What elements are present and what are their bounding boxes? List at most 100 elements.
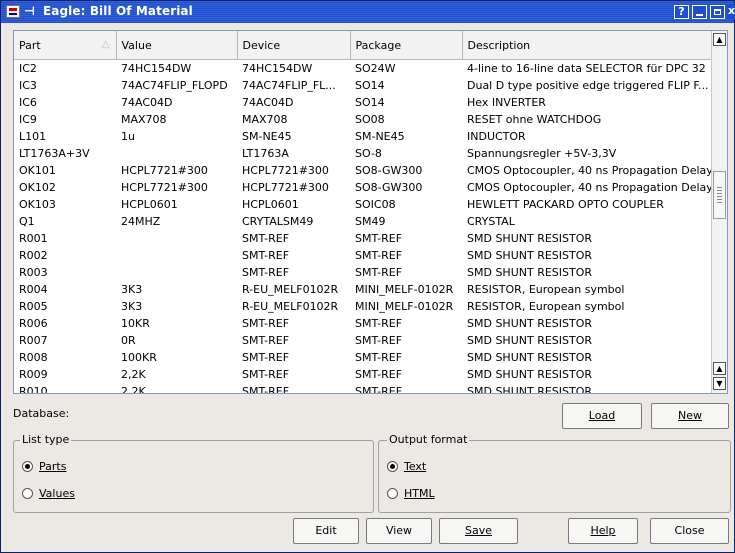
- table-cell: HCPL7721#300: [121, 181, 208, 194]
- new-button[interactable]: New: [651, 403, 729, 429]
- table-cell: 74AC04D: [242, 96, 294, 109]
- table-row[interactable]: R007 0R SMT-REF SMT-REF SMD SHUNT RESISTOR: [14, 332, 712, 349]
- table-cell: SMT-REF: [355, 249, 403, 262]
- radio-values[interactable]: Values: [22, 487, 75, 500]
- help-button[interactable]: Help: [568, 518, 638, 544]
- radio-parts[interactable]: Parts: [22, 460, 66, 473]
- table-cell: 100KR: [121, 351, 157, 364]
- table-cell: SO8-GW300: [355, 181, 423, 194]
- table-row[interactable]: R010 2,2K SMT-REF SMT-REF SMD SHUNT RESISTOR: [14, 383, 712, 394]
- table-cell: SMT-REF: [242, 317, 290, 330]
- table-cell: 74AC74FLIP_FL...: [242, 79, 336, 92]
- save-button-label: Save: [464, 524, 492, 537]
- column-header-package[interactable]: Package: [350, 31, 463, 60]
- table-cell: 2,2K: [121, 368, 146, 381]
- table-row[interactable]: R006 10KR SMT-REF SMT-REF SMD SHUNT RESISTOR: [14, 315, 712, 332]
- column-header-description[interactable]: Description: [462, 31, 713, 60]
- list-type-group: List type Parts Values: [13, 433, 374, 513]
- table-row[interactable]: LT1763A+3V LT1763A SO-8 Spannungsregler +5V…: [14, 145, 712, 162]
- close-button[interactable]: Close: [650, 518, 729, 544]
- table-cell: HCPL7721#300: [121, 164, 208, 177]
- table-cell: MINI_MELF-0102R: [355, 300, 454, 313]
- table-cell: SMD SHUNT RESISTOR: [467, 266, 593, 279]
- table-cell: SMT-REF: [242, 368, 290, 381]
- table-cell: L101: [19, 130, 47, 143]
- table-cell: 2,2K: [121, 385, 146, 394]
- radio-html-label: HTML: [404, 487, 435, 500]
- table-cell: Hex INVERTER: [467, 96, 546, 109]
- table-cell: R009: [19, 368, 48, 381]
- table-cell: SO08: [355, 113, 385, 126]
- table-cell: CRYSTAL: [467, 215, 515, 228]
- load-button[interactable]: Load: [562, 403, 642, 429]
- table-cell: 74HC154DW: [242, 62, 313, 75]
- table-row[interactable]: R008 100KR SMT-REF SMT-REF SMD SHUNT RESISTO…: [14, 349, 712, 366]
- scroll-down-button[interactable]: ▼: [713, 377, 726, 390]
- table-row[interactable]: IC9 MAX708 MAX708 SO08 RESET ohne WATCHDOG: [14, 111, 712, 128]
- table-cell: IC3: [19, 79, 37, 92]
- table-cell: 1u: [121, 130, 135, 143]
- eagle-app-icon[interactable]: [6, 5, 20, 18]
- scroll-thumb[interactable]: [713, 171, 726, 219]
- table-cell: 24MHZ: [121, 215, 161, 228]
- table-cell: Spannungsregler +5V-3,3V: [467, 147, 617, 160]
- radio-selected-icon: [22, 461, 33, 472]
- radio-parts-label: Parts: [39, 460, 67, 473]
- maximize-icon: [714, 9, 721, 15]
- table-cell: SMT-REF: [242, 385, 290, 394]
- table-row[interactable]: R001 SMT-REF SMT-REF SMD SHUNT RESISTOR: [14, 230, 712, 247]
- radio-html[interactable]: HTML: [387, 487, 435, 500]
- bom-table[interactable]: Part △ Value Device Package Description I…: [13, 30, 728, 394]
- pin-icon[interactable]: ⊣: [24, 4, 35, 18]
- table-row[interactable]: R005 3K3 R-EU_MELF0102R MINI_MELF-0102R RESI…: [14, 298, 712, 315]
- table-row[interactable]: R004 3K3 R-EU_MELF0102R MINI_MELF-0102R RESI…: [14, 281, 712, 298]
- table-cell: SOIC08: [355, 198, 396, 211]
- column-header-part[interactable]: Part △: [14, 31, 117, 60]
- table-cell: [116, 247, 237, 264]
- table-cell: Dual D type positive edge triggered FLIP…: [467, 79, 709, 92]
- table-cell: SMT-REF: [355, 232, 403, 245]
- table-cell: R001: [19, 232, 48, 245]
- vertical-scrollbar[interactable]: ▲ ▲ ▼: [711, 31, 727, 393]
- table-row[interactable]: IC3 74AC74FLIP_FLOPD 74AC74FLIP_FL... SO14 D…: [14, 77, 712, 94]
- table-cell: RESET ohne WATCHDOG: [467, 113, 602, 126]
- column-header-value[interactable]: Value: [116, 31, 238, 60]
- table-row[interactable]: Q1 24MHZ CRYTALSM49 SM49 CRYSTAL: [14, 213, 712, 230]
- table-cell: HCPL0601: [242, 198, 299, 211]
- table-cell: OK103: [19, 198, 56, 211]
- radio-text[interactable]: Text: [387, 460, 426, 473]
- maximize-button[interactable]: [710, 5, 725, 19]
- output-format-group: Output format Text HTML: [378, 433, 731, 513]
- minimize-button[interactable]: [692, 5, 707, 19]
- table-cell: HEWLETT PACKARD OPTO COUPLER: [467, 198, 664, 211]
- window-title: Eagle: Bill Of Material: [43, 4, 193, 18]
- column-header-device[interactable]: Device: [237, 31, 351, 60]
- table-cell: SO-8: [355, 147, 382, 160]
- table-cell: SMT-REF: [242, 351, 290, 364]
- scroll-up-top-icon[interactable]: ▲: [713, 33, 726, 46]
- save-button[interactable]: Save: [439, 518, 518, 544]
- table-row[interactable]: L101 1u SM-NE45 SM-NE45 INDUCTOR: [14, 128, 712, 145]
- table-cell: CMOS Optocoupler, 40 ns Propagation Dela…: [467, 164, 712, 177]
- table-cell: SO8-GW300: [355, 164, 423, 177]
- table-row[interactable]: IC2 74HC154DW 74HC154DW SO24W 4-line to 16-l…: [14, 60, 712, 78]
- table-row[interactable]: OK103 HCPL0601 HCPL0601 SOIC08 HEWLETT PACKA…: [14, 196, 712, 213]
- table-row[interactable]: R002 SMT-REF SMT-REF SMD SHUNT RESISTOR: [14, 247, 712, 264]
- table-row[interactable]: OK101 HCPL7721#300 HCPL7721#300 SO8-GW300 CM…: [14, 162, 712, 179]
- table-cell: SMD SHUNT RESISTOR: [467, 317, 593, 330]
- title-bar[interactable]: ⊣ Eagle: Bill Of Material ? x: [1, 1, 735, 23]
- help-title-button[interactable]: ?: [674, 5, 689, 19]
- table-cell: [116, 230, 237, 247]
- view-button[interactable]: View: [366, 518, 432, 544]
- table-row[interactable]: R003 SMT-REF SMT-REF SMD SHUNT RESISTOR: [14, 264, 712, 281]
- table-row[interactable]: R009 2,2K SMT-REF SMT-REF SMD SHUNT RESISTOR: [14, 366, 712, 383]
- edit-button[interactable]: Edit: [293, 518, 359, 544]
- table-cell: R010: [19, 385, 48, 394]
- scroll-up-button[interactable]: ▲: [713, 362, 726, 375]
- table-cell: SMT-REF: [242, 232, 290, 245]
- table-cell: SO14: [355, 79, 385, 92]
- table-cell: LT1763A: [242, 147, 289, 160]
- table-row[interactable]: OK102 HCPL7721#300 HCPL7721#300 SO8-GW300 CM…: [14, 179, 712, 196]
- close-title-button[interactable]: x: [727, 5, 735, 19]
- table-row[interactable]: IC6 74AC04D 74AC04D SO14 Hex INVERTER: [14, 94, 712, 111]
